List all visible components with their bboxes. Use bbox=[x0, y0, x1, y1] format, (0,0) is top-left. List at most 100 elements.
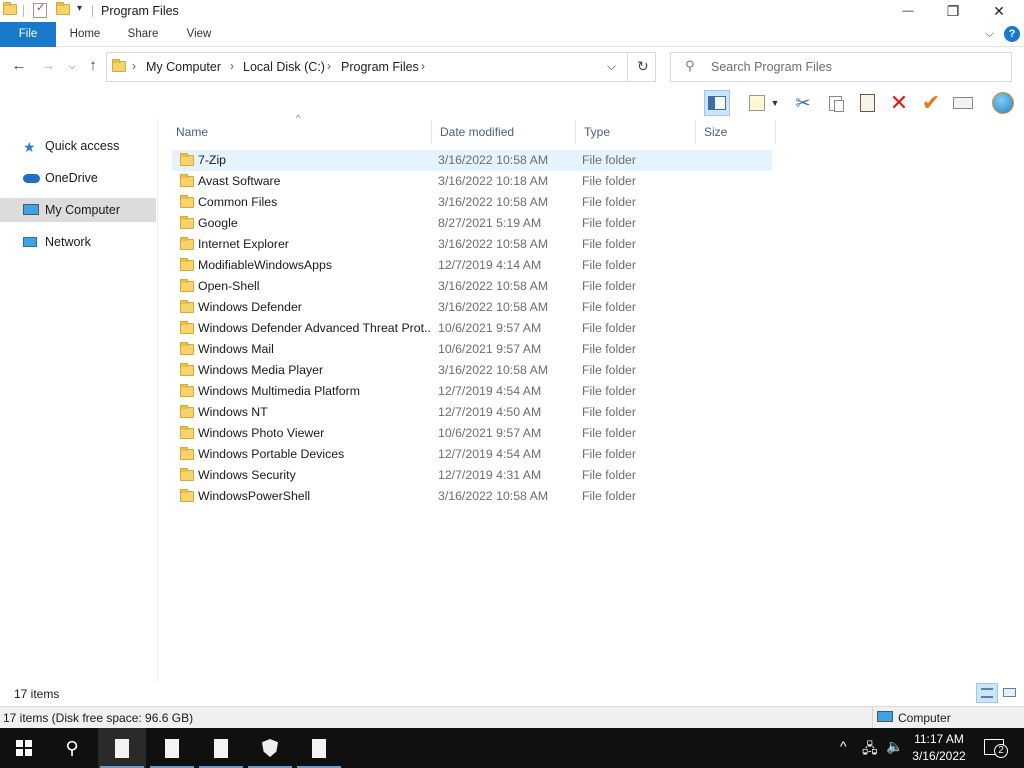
disk-space-status: 17 items (Disk free space: 96.6 GB) bbox=[3, 711, 194, 725]
customize-quick-access-icon[interactable]: ▾ bbox=[77, 3, 82, 14]
large-icons-view-icon[interactable] bbox=[1000, 683, 1020, 703]
file-row[interactable]: 7-Zip 3/16/2022 10:58 AM File folder bbox=[172, 150, 772, 171]
rename-icon[interactable] bbox=[950, 90, 976, 116]
taskbar-app-2[interactable] bbox=[148, 728, 196, 768]
file-row[interactable]: Windows Mail 10/6/2021 9:57 AM File folder bbox=[172, 339, 772, 360]
file-date-modified: 3/16/2022 10:58 AM bbox=[438, 363, 549, 377]
breadcrumb-program-files[interactable]: Program Files bbox=[341, 60, 419, 74]
help-icon[interactable]: ? bbox=[1004, 26, 1020, 42]
file-type: File folder bbox=[582, 426, 636, 440]
sidebar-item-quick-access[interactable]: ★ Quick access bbox=[0, 134, 156, 158]
file-row[interactable]: WindowsPowerShell 3/16/2022 10:58 AM File … bbox=[172, 486, 772, 507]
chevron-right-icon[interactable]: › bbox=[421, 59, 425, 73]
file-row[interactable]: Windows Defender 3/16/2022 10:58 AM File f… bbox=[172, 297, 772, 318]
views-icon[interactable] bbox=[744, 90, 770, 116]
tab-view[interactable]: View bbox=[176, 22, 222, 47]
folder-icon bbox=[180, 489, 194, 502]
clock[interactable]: 11:17 AM 3/16/2022 bbox=[906, 731, 972, 765]
forward-arrow-icon[interactable]: → bbox=[39, 57, 57, 75]
file-row[interactable]: Windows Defender Advanced Threat Prot...… bbox=[172, 318, 772, 339]
open-shell-icon[interactable] bbox=[990, 90, 1016, 116]
back-arrow-icon[interactable]: ← bbox=[10, 57, 28, 75]
column-header-date-modified[interactable]: Date modified bbox=[432, 120, 576, 144]
tab-share[interactable]: Share bbox=[120, 22, 166, 47]
windows-logo-icon bbox=[16, 740, 32, 756]
maximize-button[interactable]: ❐ bbox=[930, 0, 976, 22]
column-header-size[interactable]: Size bbox=[696, 120, 776, 144]
details-view-icon[interactable] bbox=[976, 683, 998, 703]
search-button[interactable]: ⚲ bbox=[48, 728, 96, 768]
chevron-right-icon[interactable]: › bbox=[230, 59, 234, 73]
sidebar-item-my-computer[interactable]: My Computer bbox=[0, 198, 156, 222]
tab-home[interactable]: Home bbox=[62, 22, 108, 47]
show-hidden-icons-icon[interactable]: ^ bbox=[840, 738, 847, 754]
file-row[interactable]: Windows Multimedia Platform 12/7/2019 4:5… bbox=[172, 381, 772, 402]
tab-file[interactable]: File bbox=[0, 22, 56, 47]
navigation-pane-icon[interactable] bbox=[704, 90, 730, 116]
file-row[interactable]: Windows Photo Viewer 10/6/2021 9:57 AM Fil… bbox=[172, 423, 772, 444]
minimize-button[interactable]: — bbox=[885, 0, 931, 22]
start-button[interactable] bbox=[0, 728, 48, 768]
recent-locations-icon[interactable]: ⌵ bbox=[63, 57, 81, 75]
delete-icon[interactable]: ✕ bbox=[886, 90, 912, 116]
sidebar-item-network[interactable]: Network bbox=[0, 230, 156, 254]
file-type: File folder bbox=[582, 405, 636, 419]
file-name: Windows Defender bbox=[198, 300, 302, 314]
address-bar[interactable]: › My Computer › Local Disk (C:) › Progra… bbox=[106, 52, 656, 82]
column-header-type[interactable]: Type bbox=[576, 120, 696, 144]
properties-check-icon[interactable]: ✔ bbox=[918, 90, 944, 116]
column-header-name[interactable]: Name bbox=[168, 120, 432, 144]
file-row[interactable]: Avast Software 3/16/2022 10:18 AM File fol… bbox=[172, 171, 772, 192]
file-row[interactable]: Common Files 3/16/2022 10:58 AM File folde… bbox=[172, 192, 772, 213]
search-box[interactable]: ⚲ Search Program Files bbox=[670, 52, 1012, 82]
close-button[interactable]: ✕ bbox=[976, 0, 1022, 22]
file-row[interactable]: Windows Portable Devices 12/7/2019 4:54 A… bbox=[172, 444, 772, 465]
folder-icon[interactable] bbox=[3, 2, 17, 15]
folder-icon bbox=[180, 384, 194, 397]
properties-icon[interactable]: ✓ bbox=[33, 2, 47, 18]
chevron-right-icon[interactable]: › bbox=[327, 59, 331, 73]
up-arrow-icon[interactable]: ↑ bbox=[84, 57, 102, 75]
file-name: Common Files bbox=[198, 195, 278, 209]
taskbar-app-security[interactable] bbox=[246, 728, 294, 768]
file-name: WindowsPowerShell bbox=[198, 489, 311, 503]
file-row[interactable]: Windows Media Player 3/16/2022 10:58 AM Fi… bbox=[172, 360, 772, 381]
file-date-modified: 12/7/2019 4:54 AM bbox=[438, 384, 542, 398]
file-date-modified: 3/16/2022 10:58 AM bbox=[438, 279, 549, 293]
file-name: 7-Zip bbox=[198, 153, 227, 167]
cut-icon[interactable]: ✂ bbox=[790, 90, 816, 116]
new-folder-icon[interactable] bbox=[56, 2, 70, 15]
taskbar-app-explorer[interactable] bbox=[98, 728, 146, 768]
file-row[interactable]: Windows NT 12/7/2019 4:50 AM File folder bbox=[172, 402, 772, 423]
folder-icon bbox=[180, 237, 194, 250]
volume-icon[interactable]: 🔈 bbox=[886, 738, 903, 755]
notification-center-icon[interactable]: 2 bbox=[984, 739, 1008, 758]
file-type: File folder bbox=[582, 300, 636, 314]
file-row[interactable]: ModifiableWindowsApps 12/7/2019 4:14 AM Fi… bbox=[172, 255, 772, 276]
classic-toolbar: ▼ ✂ ✕ ✔ bbox=[700, 90, 1024, 118]
taskbar-app-5[interactable] bbox=[295, 728, 343, 768]
sidebar-item-onedrive[interactable]: OneDrive bbox=[0, 166, 156, 190]
file-row[interactable]: Windows Security 12/7/2019 4:31 AM File fo… bbox=[172, 465, 772, 486]
star-icon: ★ bbox=[23, 139, 36, 155]
search-input[interactable]: Search Program Files bbox=[711, 60, 832, 74]
search-icon: ⚲ bbox=[65, 737, 79, 758]
document-icon bbox=[165, 738, 179, 758]
file-row[interactable]: Google 8/27/2021 5:19 AM File folder bbox=[172, 213, 772, 234]
file-row[interactable]: Internet Explorer 3/16/2022 10:58 AM File … bbox=[172, 234, 772, 255]
breadcrumb-local-disk[interactable]: Local Disk (C:) bbox=[243, 60, 325, 74]
views-dropdown-icon[interactable]: ▼ bbox=[768, 90, 782, 116]
expand-ribbon-icon[interactable]: ⌵ bbox=[985, 26, 994, 41]
file-row[interactable]: Open-Shell 3/16/2022 10:58 AM File folder bbox=[172, 276, 772, 297]
refresh-icon[interactable]: ↻ bbox=[637, 58, 649, 75]
chevron-right-icon[interactable]: › bbox=[132, 59, 136, 73]
taskbar-app-3[interactable] bbox=[197, 728, 245, 768]
network-tray-icon[interactable]: 🖧 bbox=[862, 738, 878, 762]
copy-icon[interactable] bbox=[822, 90, 848, 116]
folder-icon bbox=[112, 59, 126, 72]
file-name: Windows Media Player bbox=[198, 363, 324, 377]
address-dropdown-icon[interactable]: ⌵ bbox=[607, 59, 616, 74]
breadcrumb-my-computer[interactable]: My Computer bbox=[146, 60, 221, 74]
clock-date: 3/16/2022 bbox=[912, 749, 966, 763]
paste-icon[interactable] bbox=[854, 90, 880, 116]
